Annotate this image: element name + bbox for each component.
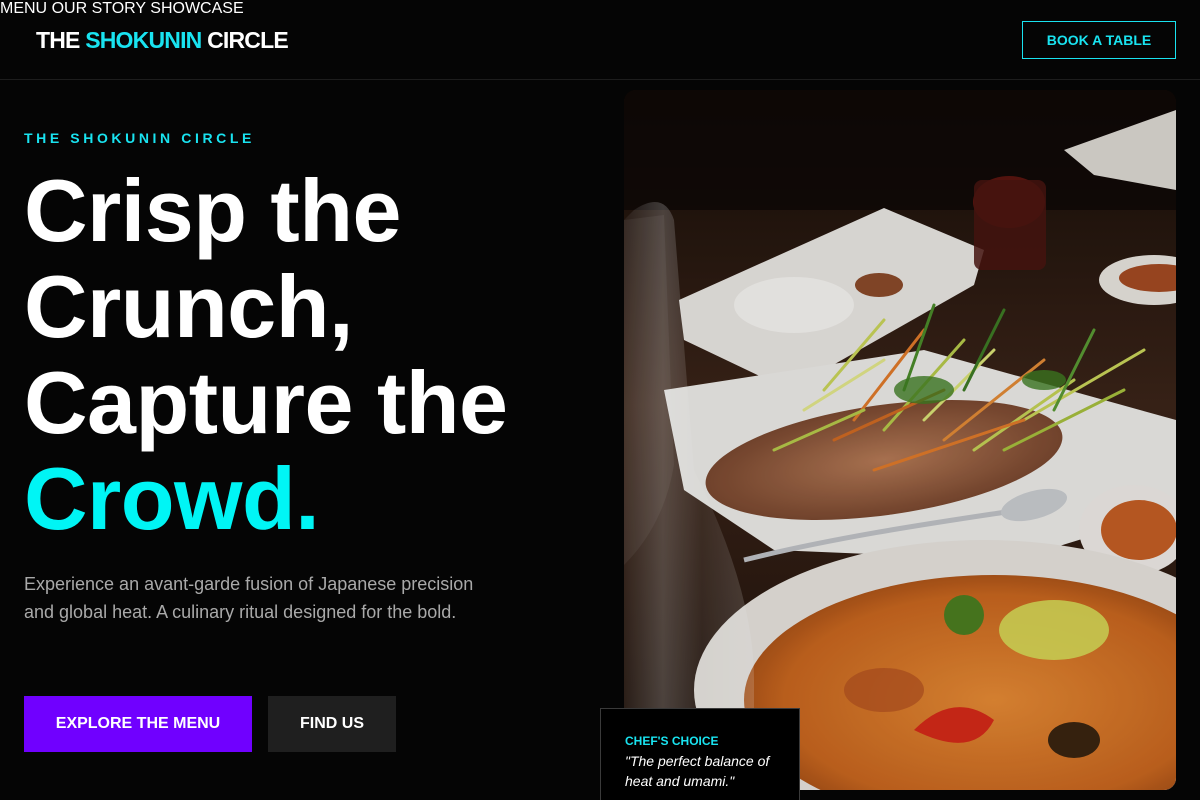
headline-line-3: Capture the bbox=[24, 353, 508, 452]
explore-menu-button[interactable]: EXPLORE THE MENU bbox=[24, 696, 252, 752]
hero-section: THE SHOKUNIN CIRCLE Crisp the Crunch, Ca… bbox=[0, 81, 600, 800]
hero-description: Experience an avant-garde fusion of Japa… bbox=[24, 574, 474, 622]
chefs-choice-card: CHEF'S CHOICE "The perfect balance of he… bbox=[600, 708, 800, 800]
logo-text-end: CIRCLE bbox=[201, 27, 289, 53]
headline-accent-word: Crowd. bbox=[24, 449, 320, 548]
logo-text-accent: SHOKUNIN bbox=[85, 27, 202, 53]
nav-link-showcase[interactable]: SHOWCASE bbox=[150, 0, 243, 17]
headline-line-2: Crunch, bbox=[24, 257, 353, 356]
chefs-choice-quote: "The perfect balance of heat and umami." bbox=[625, 753, 770, 789]
nav-link-our-story[interactable]: OUR STORY bbox=[52, 0, 146, 17]
nav-link-menu[interactable]: MENU bbox=[0, 0, 47, 17]
find-us-button[interactable]: FIND US bbox=[268, 696, 396, 752]
headline-line-1: Crisp the bbox=[24, 161, 401, 260]
hero-eyebrow: THE SHOKUNIN CIRCLE bbox=[24, 130, 255, 146]
hero-headline: Crisp the Crunch, Capture the Crowd. bbox=[24, 163, 604, 547]
hero-food-image bbox=[624, 90, 1176, 790]
book-a-table-button[interactable]: BOOK A TABLE bbox=[1022, 21, 1176, 59]
brand-logo[interactable]: THE SHOKUNIN CIRCLE bbox=[36, 26, 289, 54]
logo-text-start: THE bbox=[36, 27, 86, 53]
main-nav: MENU OUR STORY SHOWCASE bbox=[0, 0, 1200, 18]
chefs-choice-label: CHEF'S CHOICE bbox=[625, 734, 719, 748]
site-header: THE SHOKUNIN CIRCLE MENU OUR STORY SHOWC… bbox=[0, 0, 1200, 80]
